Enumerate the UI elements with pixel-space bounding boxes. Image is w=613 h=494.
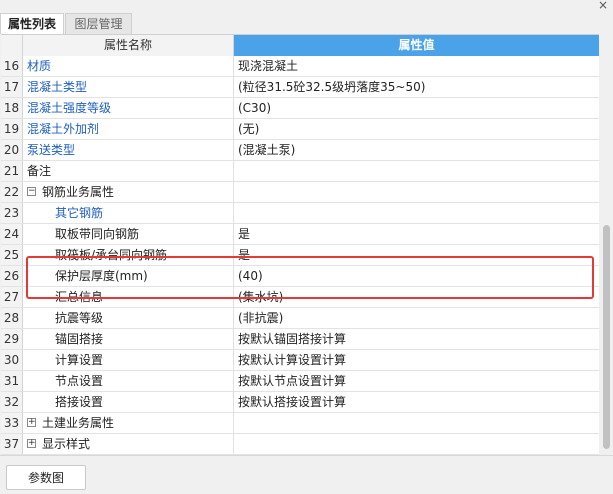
table-row[interactable]: 37 + 显示样式	[1, 434, 599, 455]
footer-bar	[0, 455, 613, 494]
property-value[interactable]: 按默认锚固搭接计算	[234, 329, 599, 349]
property-name: 材质	[23, 56, 234, 76]
close-icon[interactable]: ×	[596, 0, 610, 12]
tab-property-list[interactable]: 属性列表	[0, 13, 64, 34]
property-name: 计算设置	[23, 350, 234, 370]
parameter-diagram-button[interactable]: 参数图	[6, 465, 86, 490]
table-row[interactable]: 23 其它钢筋	[1, 203, 599, 224]
header-row-number-cell	[1, 35, 23, 56]
row-number: 17	[1, 77, 23, 97]
row-number: 26	[1, 266, 23, 286]
property-value[interactable]: (集水坑)	[234, 287, 599, 307]
property-name: 混凝土强度等级	[23, 98, 234, 118]
property-name: 保护层厚度(mm)	[23, 266, 234, 286]
property-name: 其它钢筋	[23, 203, 234, 223]
property-name: 取板带同向钢筋	[23, 224, 234, 244]
property-value[interactable]: 现浇混凝土	[234, 56, 599, 76]
group-label: 钢筋业务属性	[42, 185, 115, 199]
property-value[interactable]: 是	[234, 224, 599, 244]
property-name: 搭接设置	[23, 392, 234, 412]
property-value[interactable]: (非抗震)	[234, 308, 599, 328]
property-value	[234, 434, 599, 454]
property-value[interactable]: 是	[234, 245, 599, 265]
row-number: 16	[1, 56, 23, 76]
row-number: 33	[1, 413, 23, 433]
table-row[interactable]: 31 节点设置 按默认节点设置计算	[1, 371, 599, 392]
row-number: 24	[1, 224, 23, 244]
table-row[interactable]: 25 取筏板/承台同向钢筋 是	[1, 245, 599, 266]
property-value[interactable]: (40)	[234, 266, 599, 286]
table-row[interactable]: 20 泵送类型 (混凝土泵)	[1, 140, 599, 161]
property-value	[234, 413, 599, 433]
property-name: 混凝土类型	[23, 77, 234, 97]
property-name: 抗震等级	[23, 308, 234, 328]
property-value[interactable]: (粒径31.5砼32.5级坍落度35~50)	[234, 77, 599, 97]
table-row[interactable]: 17 混凝土类型 (粒径31.5砼32.5级坍落度35~50)	[1, 77, 599, 98]
property-value[interactable]: (混凝土泵)	[234, 140, 599, 160]
group-label: 显示样式	[42, 437, 91, 451]
property-name: 汇总信息	[23, 287, 234, 307]
table-row[interactable]: 30 计算设置 按默认计算设置计算	[1, 350, 599, 371]
row-number: 20	[1, 140, 23, 160]
panel-tabs: 属性列表 图层管理	[0, 13, 613, 34]
grid-rows: 16 材质 现浇混凝土 17 混凝土类型 (粒径31.5砼32.5级坍落度35~…	[1, 56, 599, 455]
row-number: 27	[1, 287, 23, 307]
property-value[interactable]	[234, 161, 599, 181]
table-row[interactable]: 24 取板带同向钢筋 是	[1, 224, 599, 245]
row-number: 25	[1, 245, 23, 265]
table-row[interactable]: 22 − 钢筋业务属性	[1, 182, 599, 203]
row-number: 18	[1, 98, 23, 118]
table-row[interactable]: 29 锚固搭接 按默认锚固搭接计算	[1, 329, 599, 350]
row-number: 23	[1, 203, 23, 223]
table-row[interactable]: 19 混凝土外加剂 (无)	[1, 119, 599, 140]
row-number: 30	[1, 350, 23, 370]
property-value	[234, 182, 599, 202]
row-number: 21	[1, 161, 23, 181]
property-name: 取筏板/承台同向钢筋	[23, 245, 234, 265]
table-row[interactable]: 21 备注	[1, 161, 599, 182]
collapse-icon[interactable]: −	[27, 187, 36, 196]
table-row[interactable]: 32 搭接设置 按默认搭接设置计算	[1, 392, 599, 413]
row-number: 37	[1, 434, 23, 454]
property-name: 泵送类型	[23, 140, 234, 160]
property-name: 节点设置	[23, 371, 234, 391]
panel-title-bar: ×	[0, 0, 613, 13]
property-value[interactable]: 按默认搭接设置计算	[234, 392, 599, 412]
property-name: 备注	[23, 161, 234, 181]
table-row[interactable]: 27 汇总信息 (集水坑)	[1, 287, 599, 308]
grid-header: 属性名称 属性值	[1, 35, 599, 56]
row-number: 31	[1, 371, 23, 391]
table-row[interactable]: 28 抗震等级 (非抗震)	[1, 308, 599, 329]
property-value[interactable]	[234, 203, 599, 223]
property-name: 混凝土外加剂	[23, 119, 234, 139]
property-value[interactable]: (无)	[234, 119, 599, 139]
property-name: 锚固搭接	[23, 329, 234, 349]
tab-layer-management[interactable]: 图层管理	[65, 13, 132, 34]
property-group-name: + 土建业务属性	[23, 413, 234, 433]
table-row[interactable]: 26 保护层厚度(mm) (40)	[1, 266, 599, 287]
row-number: 29	[1, 329, 23, 349]
property-value[interactable]: (C30)	[234, 98, 599, 118]
expand-icon[interactable]: +	[27, 418, 36, 427]
row-number: 28	[1, 308, 23, 328]
table-row[interactable]: 18 混凝土强度等级 (C30)	[1, 98, 599, 119]
table-row[interactable]: 16 材质 现浇混凝土	[1, 56, 599, 77]
property-group-name: + 显示样式	[23, 434, 234, 454]
property-grid: 属性名称 属性值 16 材质 现浇混凝土 17 混凝土类型 (粒径31.5砼32…	[1, 34, 599, 456]
group-label: 土建业务属性	[42, 416, 115, 430]
header-property-value: 属性值	[234, 35, 599, 56]
property-value[interactable]: 按默认节点设置计算	[234, 371, 599, 391]
row-number: 19	[1, 119, 23, 139]
row-number: 22	[1, 182, 23, 202]
property-value[interactable]: 按默认计算设置计算	[234, 350, 599, 370]
row-number: 32	[1, 392, 23, 412]
property-group-name: − 钢筋业务属性	[23, 182, 234, 202]
table-row[interactable]: 33 + 土建业务属性	[1, 413, 599, 434]
expand-icon[interactable]: +	[27, 439, 36, 448]
header-property-name: 属性名称	[23, 35, 234, 56]
scrollbar-thumb[interactable]	[603, 225, 610, 449]
